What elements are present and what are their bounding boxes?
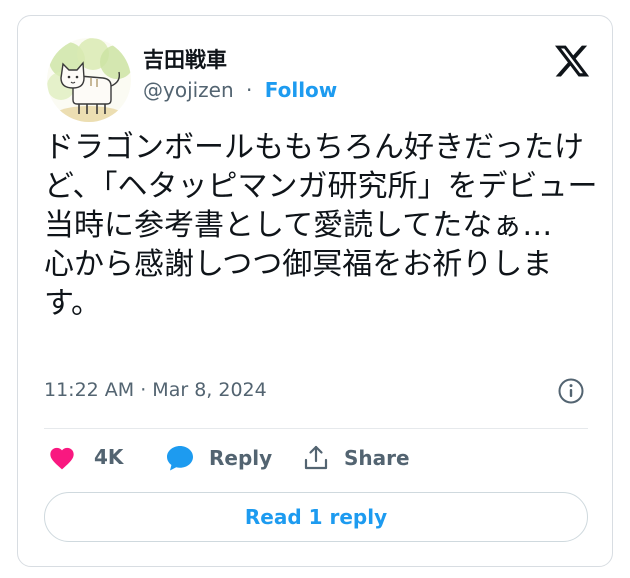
handle-row: @yojizen · Follow bbox=[143, 78, 337, 102]
like-button[interactable]: 4K bbox=[48, 444, 123, 470]
separator-dot: · bbox=[246, 78, 253, 102]
tweet-timestamp[interactable]: 11:22 AM · Mar 8, 2024 bbox=[44, 379, 267, 401]
share-button[interactable]: Share bbox=[302, 444, 410, 472]
tweet-card: 吉田戦車 @yojizen · Follow ドラゴンボールももちろん好きだった… bbox=[17, 15, 613, 567]
info-icon[interactable] bbox=[557, 377, 585, 405]
share-label: Share bbox=[344, 446, 410, 470]
follow-button[interactable]: Follow bbox=[265, 78, 338, 102]
display-name[interactable]: 吉田戦車 bbox=[143, 44, 227, 74]
avatar[interactable] bbox=[47, 38, 131, 122]
heart-icon bbox=[50, 447, 74, 470]
like-count: 4K bbox=[94, 445, 124, 469]
share-icon bbox=[304, 445, 328, 470]
user-handle[interactable]: @yojizen bbox=[143, 78, 234, 102]
speech-bubble-icon bbox=[167, 446, 193, 471]
divider bbox=[44, 428, 588, 429]
tweet-text: ドラゴンボールももちろん好きだったけど、「ヘタッピマンガ研究所」をデビュー当時に… bbox=[44, 130, 598, 321]
read-replies-button[interactable]: Read 1 reply bbox=[44, 492, 588, 542]
reply-button[interactable]: Reply bbox=[165, 444, 272, 472]
reply-label: Reply bbox=[209, 446, 273, 470]
cat-avatar-image bbox=[47, 38, 131, 122]
x-logo-icon[interactable] bbox=[553, 42, 591, 80]
